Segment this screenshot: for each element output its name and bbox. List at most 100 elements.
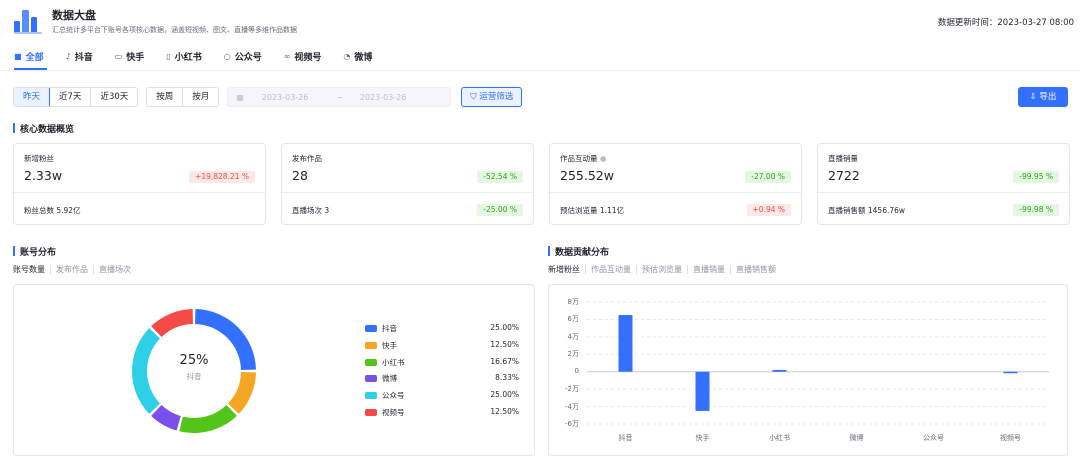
sub-change-badge: +0.94 % xyxy=(746,204,791,216)
subtab-interactions[interactable]: 作品互动量 xyxy=(585,265,636,274)
legend-label: 公众号 xyxy=(382,391,405,401)
metric-label: 直播销量 xyxy=(828,154,858,163)
legend-item[interactable]: 抖音 25.00% xyxy=(365,322,525,339)
tab-label: 全部 xyxy=(25,52,44,63)
subtab-live-sessions[interactable]: 直播场次 xyxy=(93,265,136,274)
update-time: 数据更新时间：2023-03-27 08:00 xyxy=(938,16,1074,28)
donut-slice-2[interactable] xyxy=(179,404,237,433)
tab-label: 抖音 xyxy=(74,52,93,63)
export-icon: ⇩ xyxy=(1029,92,1040,102)
date-range-picker[interactable]: ▦ 2023-03-26 ~ 2023-03-26 xyxy=(227,87,452,107)
contribution-title: 数据贡献分布 xyxy=(548,245,609,258)
y-tick-label: 6万 xyxy=(567,315,579,324)
tabs-divider xyxy=(0,70,1080,71)
legend-item[interactable]: 小红书 16.67% xyxy=(365,356,525,373)
change-badge: -27.00 % xyxy=(745,171,791,183)
export-button[interactable]: ⇩ 导出 xyxy=(1018,87,1068,107)
update-time-value: 2023-03-27 08:00 xyxy=(997,18,1074,28)
ops-filter-button[interactable]: ⛉ 运营筛选 xyxy=(461,87,523,107)
tab-xiaohongshu[interactable]: ▯ 小红书 xyxy=(166,48,201,64)
by-week[interactable]: 按周 xyxy=(147,88,184,106)
page-header: 数据大盘 汇总统计多平台下账号各项核心数据，涵盖短视频、图文、直播等多维作品数据… xyxy=(14,6,1074,38)
metric-card-new-fans: 新增粉丝 2.33w +19,828.21 % 粉丝总数 5.92亿 xyxy=(13,143,266,225)
subtab-new-fans[interactable]: 新增粉丝 xyxy=(548,265,585,274)
date-separator: ~ xyxy=(336,92,344,102)
legend-item[interactable]: 微博 8.33% xyxy=(365,372,525,389)
metric-value: 2722 xyxy=(828,168,860,183)
sub-metric: 预估浏览量 1.11亿 xyxy=(560,206,625,215)
weibo-icon: ◔ xyxy=(343,51,351,61)
wechat-official-icon: ○ xyxy=(223,51,231,61)
donut-center-name: 抖音 xyxy=(186,372,202,381)
tab-all[interactable]: ■ 全部 xyxy=(14,48,44,64)
legend-label: 微博 xyxy=(382,374,397,384)
tab-label: 微博 xyxy=(354,52,373,63)
range-yesterday[interactable]: 昨天 xyxy=(14,88,51,106)
metric-label: 发布作品 xyxy=(292,154,322,163)
tab-weibo[interactable]: ◔ 微博 xyxy=(343,48,372,64)
date-end: 2023-03-26 xyxy=(359,92,407,102)
donut-slice-3[interactable] xyxy=(151,404,181,431)
legend-swatch xyxy=(365,325,377,332)
channels-icon: ∞ xyxy=(283,51,291,61)
overview-title: 核心数据概览 xyxy=(13,122,74,135)
subtab-est-views[interactable]: 预估浏览量 xyxy=(636,265,687,274)
legend-label: 抖音 xyxy=(382,324,397,333)
tab-wechat-official[interactable]: ○ 公众号 xyxy=(224,48,262,64)
y-tick-label: 0 xyxy=(574,366,579,375)
platform-tabs: ■ 全部 ♪ 抖音 ▭ 快手 ▯ 小红书 ○ 公众号 ∞ 视频号 ◔ 微博 xyxy=(14,48,394,68)
metric-card-interactions: 作品互动量 ● 255.52w -27.00 % 预估浏览量 1.11亿 +0.… xyxy=(549,143,802,225)
legend-swatch xyxy=(365,408,377,416)
y-tick-label: 8万 xyxy=(567,298,579,306)
grid-icon: ■ xyxy=(14,51,22,61)
metric-value: 2.33w xyxy=(24,168,63,183)
tab-kuaishou[interactable]: ▭ 快手 xyxy=(115,48,145,64)
bar-1[interactable] xyxy=(695,371,710,411)
legend-value: 25.00% xyxy=(490,390,519,400)
subtab-live-sales[interactable]: 直播销量 xyxy=(687,265,730,274)
bar-5[interactable] xyxy=(1003,371,1018,374)
range-30d[interactable]: 近30天 xyxy=(91,88,138,106)
x-tick-label: 抖音 xyxy=(618,434,633,442)
x-tick-label: 视频号 xyxy=(1000,434,1021,442)
tab-channels[interactable]: ∞ 视频号 xyxy=(284,48,322,64)
donut-chart-panel: 25% 抖音 抖音 25.00% 快手 12.50% 小红书 16.67% 微博 8.33% 公… xyxy=(13,284,535,456)
bar-chart: 8万 6万 4万 2万 0 -2万 -4万 -6万 抖音 快手 小红书 微博 公众号 视频号 xyxy=(549,285,1067,455)
legend-item[interactable]: 公众号 25.00% xyxy=(365,389,525,406)
change-badge: -99.95 % xyxy=(1013,171,1059,183)
donut-slice-5[interactable] xyxy=(151,309,193,338)
help-icon[interactable]: ● xyxy=(600,154,607,163)
range-selector: 昨天 近7天 近30天 xyxy=(13,87,139,107)
legend-label: 快手 xyxy=(382,340,397,350)
granularity-selector: 按周 按月 xyxy=(146,87,220,107)
subtab-live-revenue[interactable]: 直播销售额 xyxy=(730,265,781,274)
bar-2[interactable] xyxy=(772,369,787,372)
x-tick-label: 小红书 xyxy=(769,434,790,442)
subtab-account-count[interactable]: 账号数量 xyxy=(13,265,50,274)
account-dist-subtabs: 账号数量 发布作品 直播场次 xyxy=(13,265,136,274)
legend-value: 8.33% xyxy=(495,373,519,383)
y-tick-label: -4万 xyxy=(565,402,579,411)
legend-value: 16.67% xyxy=(490,356,519,366)
metric-value: 28 xyxy=(292,168,308,183)
bar-chart-panel: 8万 6万 4万 2万 0 -2万 -4万 -6万 抖音 快手 小红书 微博 公众号 视频号 xyxy=(548,284,1068,456)
card-divider xyxy=(282,192,533,193)
legend-swatch xyxy=(365,375,377,383)
tab-label: 小红书 xyxy=(174,52,202,63)
legend-item[interactable]: 快手 12.50% xyxy=(365,339,525,356)
metric-value: 255.52w xyxy=(560,168,614,183)
bar-0[interactable] xyxy=(618,315,633,372)
legend-value: 12.50% xyxy=(490,339,519,349)
bar-chart-svg xyxy=(587,301,1049,425)
range-7d[interactable]: 近7天 xyxy=(50,88,92,106)
card-divider xyxy=(550,192,801,193)
legend-swatch xyxy=(365,341,377,349)
contribution-subtabs: 新增粉丝 作品互动量 预估浏览量 直播销量 直播销售额 xyxy=(548,265,781,274)
metric-label: 新增粉丝 xyxy=(24,154,54,163)
y-tick-label: 2万 xyxy=(567,350,579,359)
by-month[interactable]: 按月 xyxy=(183,88,219,106)
legend-label: 小红书 xyxy=(382,357,405,367)
legend-item[interactable]: 视频号 12.50% xyxy=(365,406,525,423)
tab-douyin[interactable]: ♪ 抖音 xyxy=(66,48,93,64)
subtab-published[interactable]: 发布作品 xyxy=(50,265,93,274)
